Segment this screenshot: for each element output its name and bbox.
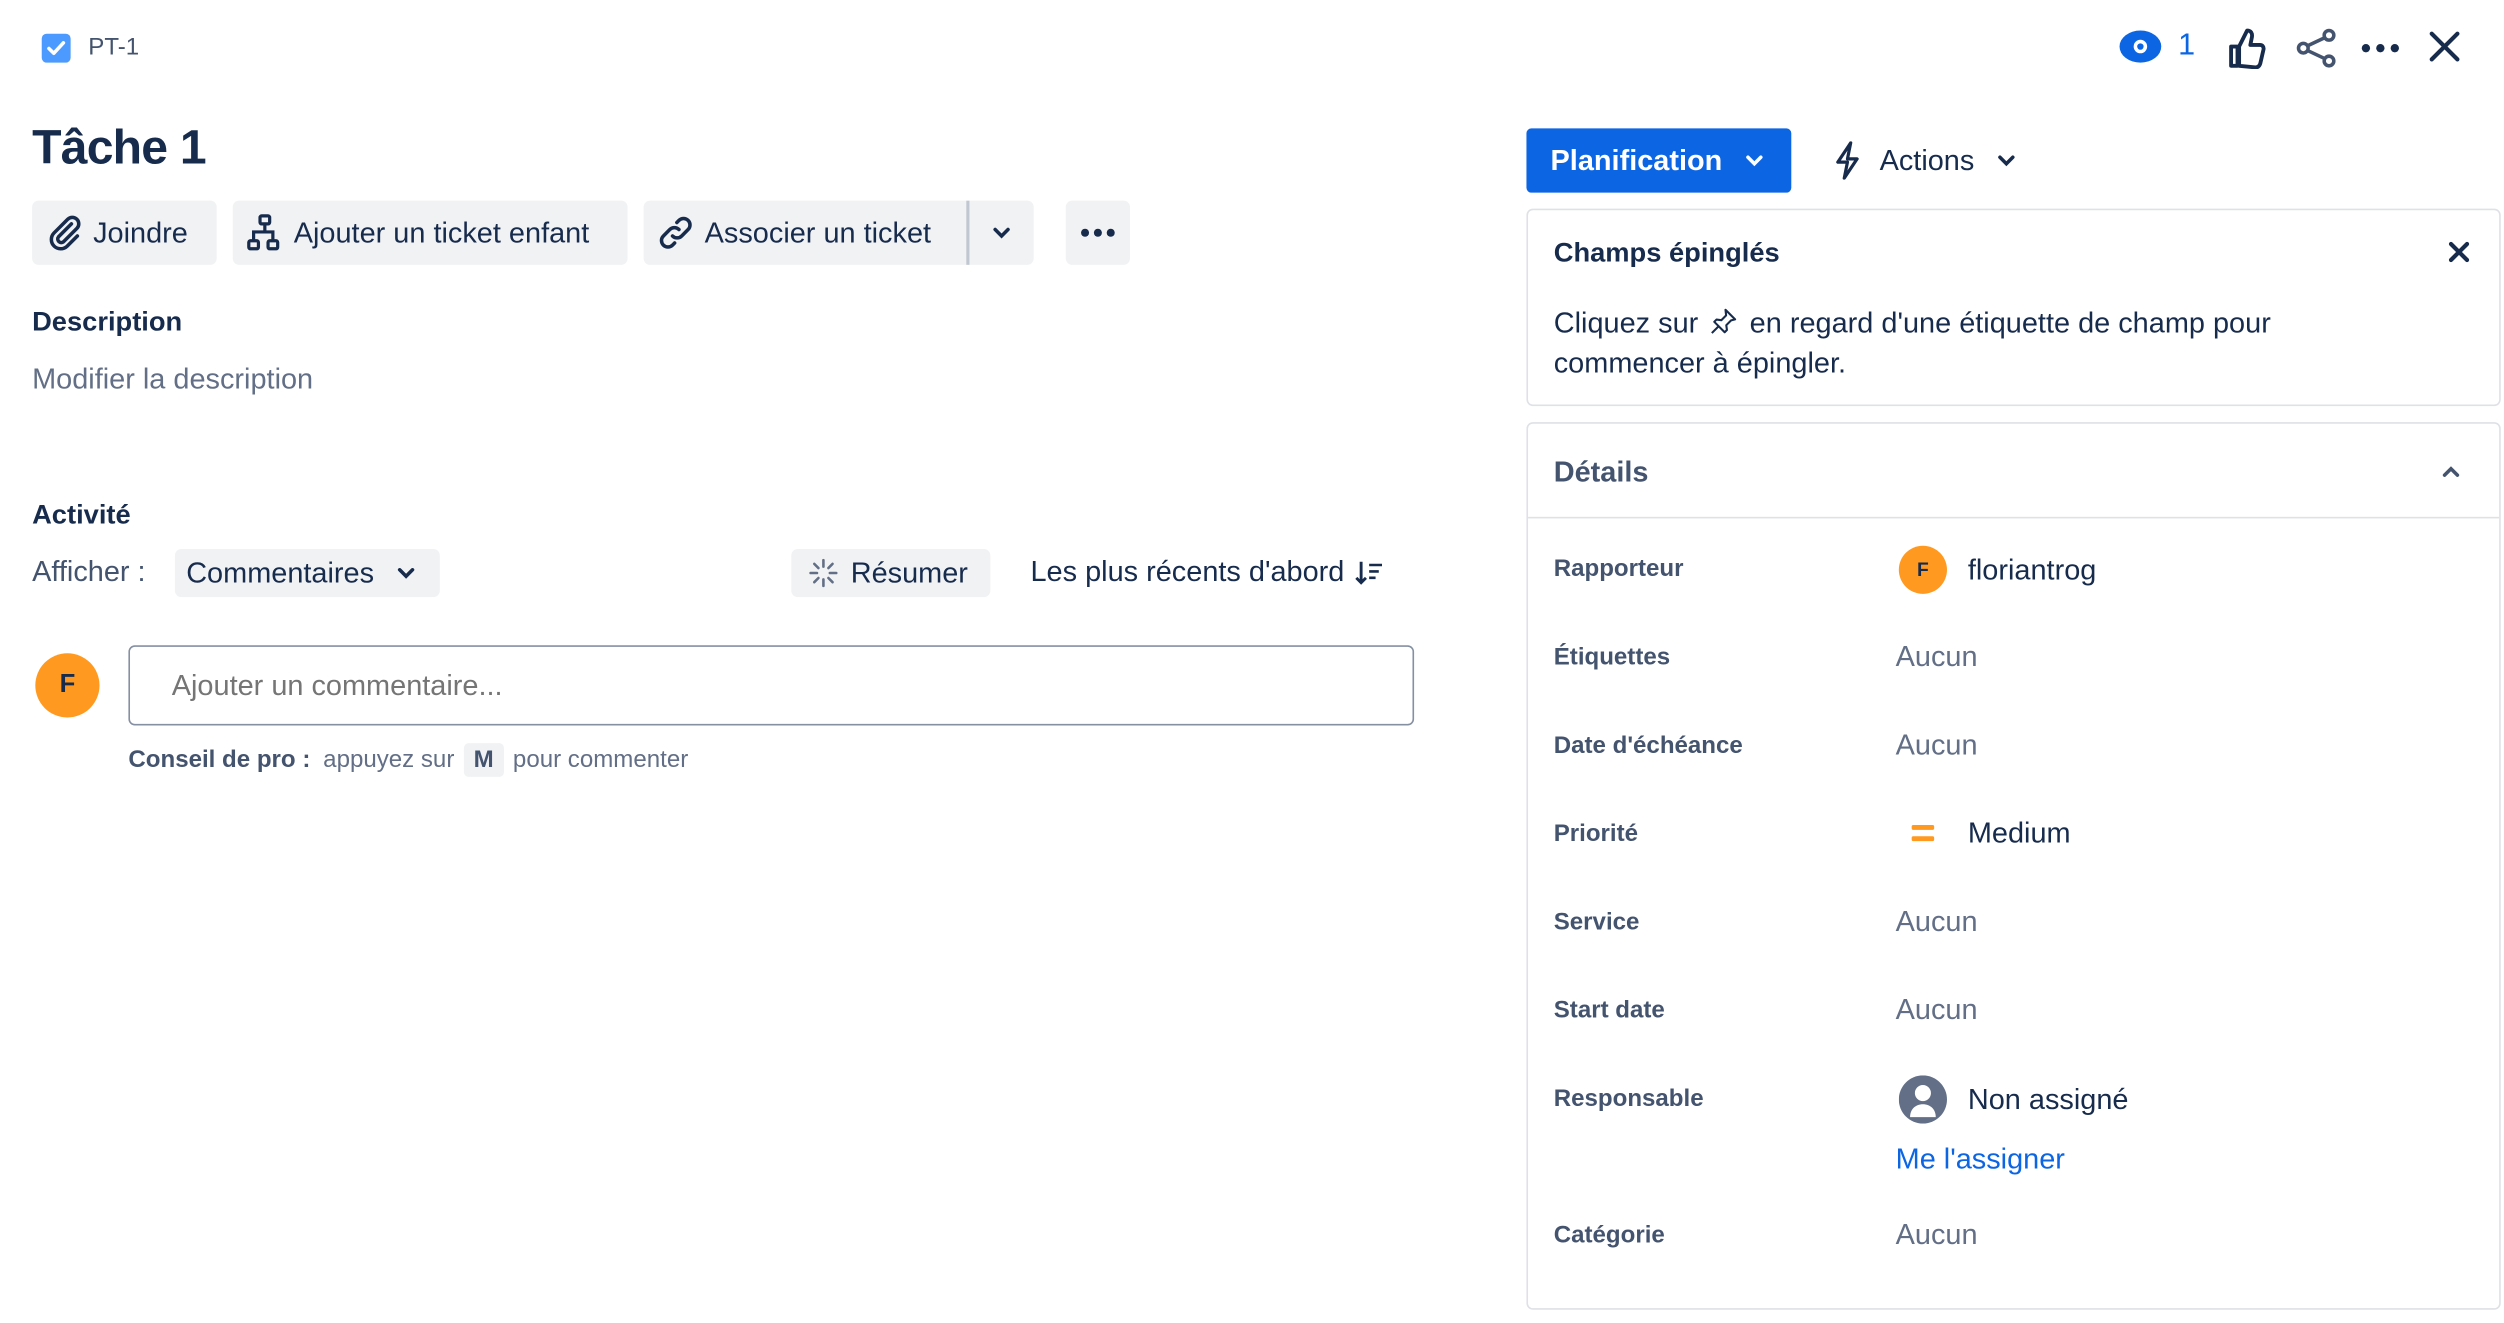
attach-label: Joindre — [93, 215, 188, 248]
share-icon — [2296, 28, 2336, 68]
reporter-name: floriantrog — [1967, 552, 2097, 586]
attach-button[interactable]: Joindre — [32, 200, 217, 265]
watch-count: 1 — [2178, 28, 2196, 63]
close-icon — [2448, 241, 2470, 263]
sort-order-label: Les plus récents d'abord — [1030, 555, 1345, 588]
details-header[interactable]: Détails — [1528, 424, 2500, 519]
status-label: Planification — [1550, 143, 1723, 176]
summarize-button[interactable]: Résumer — [791, 548, 991, 598]
more-options-button[interactable] — [2359, 32, 2401, 64]
chevron-down-icon — [993, 227, 1010, 239]
field-label-reporter: Rapporteur — [1553, 555, 1684, 583]
field-label-due-date: Date d'échéance — [1553, 731, 1743, 760]
pro-tip-label: Conseil de pro : — [128, 746, 311, 774]
field-label-labels: Étiquettes — [1553, 643, 1671, 671]
field-value-labels[interactable]: Aucun — [1896, 640, 1978, 674]
link-issue-dropdown-button[interactable] — [969, 200, 1034, 265]
hierarchy-icon — [247, 214, 280, 251]
details-panel: Détails Rapporteur F floriantrog Étiquet… — [1526, 422, 2501, 1310]
hint-after: en regard d'une étiquette de champ pour — [1749, 306, 2271, 339]
description-editor[interactable]: Modifier la description — [32, 363, 313, 397]
add-child-issue-button[interactable]: Ajouter un ticket enfant — [232, 200, 628, 265]
pinned-fields-title: Champs épinglés — [1553, 237, 1780, 269]
actions-dropdown[interactable]: Actions — [1833, 141, 2016, 180]
pro-tip-before: appuyez sur — [323, 746, 455, 774]
avatar-initial: F — [59, 670, 76, 699]
priority-medium-icon — [1911, 825, 1935, 842]
more-actions-button[interactable] — [1065, 200, 1130, 265]
field-value-due-date[interactable]: Aucun — [1896, 729, 1978, 763]
description-heading: Description — [32, 306, 183, 338]
pin-icon — [1711, 308, 1737, 334]
field-label-start-date: Start date — [1553, 996, 1665, 1025]
eye-icon — [2119, 30, 2162, 63]
show-label: Afficher : — [32, 555, 146, 588]
field-label-service: Service — [1553, 908, 1640, 936]
more-horizontal-icon — [2361, 43, 2399, 53]
chevron-down-icon — [1746, 155, 1763, 167]
add-child-label: Ajouter un ticket enfant — [293, 215, 590, 248]
assignee-value: Non assigné — [1967, 1082, 2129, 1115]
field-label-assignee: Responsable — [1553, 1085, 1704, 1113]
status-dropdown[interactable]: Planification — [1526, 128, 1792, 193]
user-avatar[interactable]: F — [35, 653, 100, 718]
hint-before: Cliquez sur — [1553, 306, 1699, 339]
sort-descending-icon — [1354, 560, 1382, 584]
issue-title[interactable]: Tâche 1 — [32, 122, 207, 177]
activity-heading: Activité — [32, 499, 131, 530]
lightning-icon — [1836, 141, 1859, 180]
thumbs-up-icon — [2229, 28, 2266, 70]
details-title: Détails — [1553, 455, 1649, 488]
link-issue-button[interactable]: Associer un ticket — [643, 200, 967, 265]
field-value-assignee[interactable]: Non assigné — [1898, 1075, 2129, 1124]
pinned-fields-hint: Cliquez sur en regard d'une étiquette de… — [1554, 303, 2453, 383]
hint-line2: commencer à épingler. — [1553, 346, 1847, 379]
keyboard-shortcut-key: M — [463, 743, 504, 777]
field-label-category: Catégorie — [1553, 1221, 1665, 1249]
reporter-avatar: F — [1898, 545, 1947, 594]
priority-value: Medium — [1967, 816, 2071, 849]
chevron-up-icon[interactable] — [2441, 465, 2460, 478]
close-icon — [2429, 31, 2460, 62]
chevron-down-icon — [397, 568, 415, 579]
link-issue-label: Associer un ticket — [704, 215, 932, 248]
share-button[interactable] — [2295, 27, 2337, 69]
paperclip-icon — [49, 215, 81, 251]
summarize-label: Résumer — [850, 556, 968, 589]
close-button[interactable] — [2427, 29, 2462, 64]
link-icon — [659, 216, 692, 249]
field-value-reporter[interactable]: F floriantrog — [1898, 545, 2097, 594]
pinned-fields-panel: Champs épinglés Cliquez sur en regard d'… — [1526, 208, 2501, 407]
sparkle-icon — [809, 558, 838, 588]
close-pinned-button[interactable] — [2448, 241, 2470, 263]
issue-type-icon[interactable] — [41, 33, 71, 63]
watch-button[interactable]: 1 — [2119, 29, 2195, 64]
more-horizontal-icon — [1081, 228, 1115, 237]
activity-filter-value: Commentaires — [186, 556, 375, 589]
field-label-priority: Priorité — [1553, 820, 1639, 848]
field-value-category[interactable]: Aucun — [1896, 1218, 1978, 1252]
activity-filter-dropdown[interactable]: Commentaires — [174, 548, 440, 598]
assign-to-me-link[interactable]: Me l'assigner — [1896, 1143, 2065, 1177]
field-value-priority[interactable]: Medium — [1899, 814, 2071, 853]
issue-key-link[interactable]: PT-1 — [88, 34, 139, 61]
field-value-service[interactable]: Aucun — [1896, 905, 1978, 939]
pro-tip: Conseil de pro : appuyez sur M pour comm… — [128, 743, 688, 777]
actions-label: Actions — [1879, 143, 1975, 176]
pro-tip-after: pour commenter — [512, 746, 689, 774]
field-value-start-date[interactable]: Aucun — [1896, 994, 1978, 1028]
unassigned-user-icon — [1898, 1075, 1947, 1124]
vote-button[interactable] — [2228, 27, 2267, 70]
comment-input[interactable] — [128, 645, 1415, 726]
chevron-down-icon — [1998, 155, 2015, 167]
sort-order-button[interactable]: Les plus récents d'abord — [1030, 555, 1382, 589]
